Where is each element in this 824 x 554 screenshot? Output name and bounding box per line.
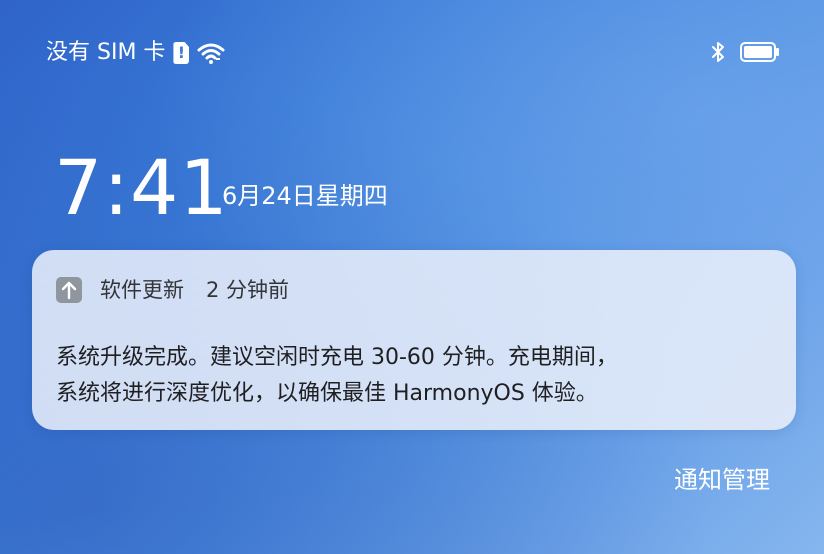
battery-icon [740,42,779,62]
status-bar: 没有 SIM 卡 [0,0,824,104]
carrier-text: 没有 SIM 卡 [46,40,166,65]
notification-body: 系统升级完成。建议空闲时充电 30-60 分钟。充电期间， 系统将进行深度优化，… [56,340,776,412]
notification-body-line: 系统将进行深度优化，以确保最佳 HarmonyOS 体验。 [56,381,598,406]
notification-header: 软件更新 2 分钟前 [56,276,289,304]
notification-time: 2 分钟前 [206,278,290,302]
lockscreen-clock: 7:41 [54,143,229,232]
lockscreen-date: 6月24日星期四 [222,182,388,210]
carrier-status: 没有 SIM 卡 [46,38,225,68]
upload-arrow-icon [56,277,82,303]
notification-body-line: 系统升级完成。建议空闲时充电 30-60 分钟。充电期间， [56,345,618,370]
wifi-icon [197,43,225,64]
status-right-icons [710,40,780,64]
bluetooth-icon [712,42,724,62]
manage-notifications-button[interactable]: 通知管理 [674,462,770,498]
sim-alert-icon [173,42,190,64]
notification-app-name: 软件更新 [100,278,184,302]
notification-card[interactable]: 软件更新 2 分钟前 系统升级完成。建议空闲时充电 30-60 分钟。充电期间，… [32,250,796,430]
